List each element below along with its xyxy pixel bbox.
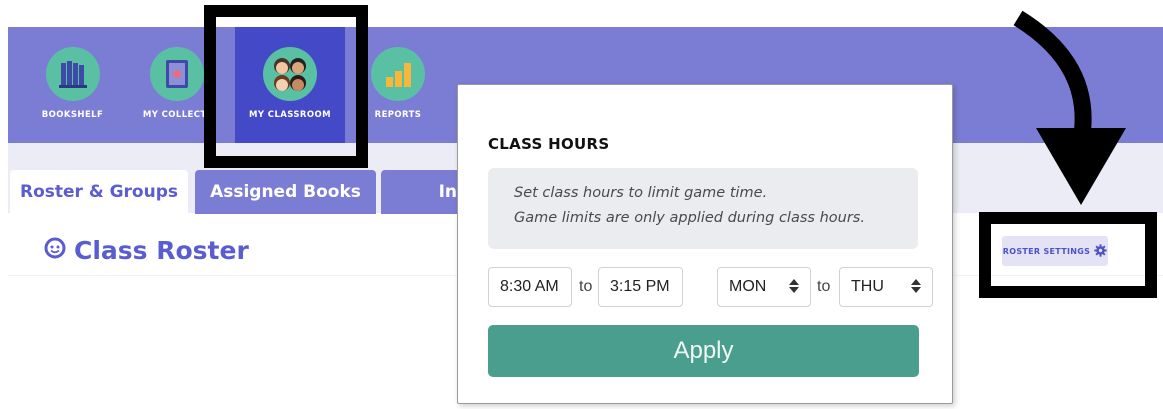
screen: BOOKSHELF MY COLLECTI MY CLASSROOM REPOR… bbox=[0, 0, 1163, 409]
sort-arrows-icon bbox=[911, 278, 921, 296]
class-hours-info: Set class hours to limit game time. Game… bbox=[488, 168, 918, 249]
bookshelf-icon bbox=[45, 47, 100, 101]
class-roster-title: Class Roster bbox=[74, 236, 249, 265]
book-collection-icon bbox=[149, 47, 204, 101]
bar-chart-icon bbox=[371, 47, 425, 101]
start-day-select[interactable]: MON bbox=[717, 267, 811, 307]
info-line-1: Set class hours to limit game time. bbox=[514, 185, 768, 201]
highlight-box-roster-settings bbox=[979, 212, 1157, 298]
smiley-face-icon bbox=[44, 236, 66, 265]
start-time-input[interactable]: 8:30 AM bbox=[488, 267, 572, 307]
apply-button[interactable]: Apply bbox=[488, 325, 919, 377]
start-day-value: MON bbox=[729, 278, 767, 295]
to-label-time: to bbox=[579, 278, 593, 295]
nav-label-bookshelf: BOOKSHELF bbox=[41, 110, 104, 120]
curved-arrow-icon bbox=[1013, 10, 1126, 205]
nav-item-bookshelf[interactable]: BOOKSHELF bbox=[20, 27, 125, 143]
class-roster-heading: Class Roster bbox=[44, 236, 249, 265]
end-day-value: THU bbox=[851, 278, 884, 295]
tab-assigned-books[interactable]: Assigned Books bbox=[195, 170, 376, 214]
info-line-2: Game limits are only applied during clas… bbox=[514, 210, 865, 226]
end-day-select[interactable]: THU bbox=[839, 267, 933, 307]
class-hours-popup: CLASS HOURS Set class hours to limit gam… bbox=[457, 84, 953, 404]
class-hours-title: CLASS HOURS bbox=[488, 135, 610, 153]
end-time-input[interactable]: 3:15 PM bbox=[598, 267, 683, 307]
tab-roster-groups[interactable]: Roster & Groups bbox=[10, 170, 188, 214]
sort-arrows-icon bbox=[789, 278, 799, 296]
highlight-box-my-classroom bbox=[204, 5, 368, 168]
to-label-day: to bbox=[817, 278, 831, 295]
